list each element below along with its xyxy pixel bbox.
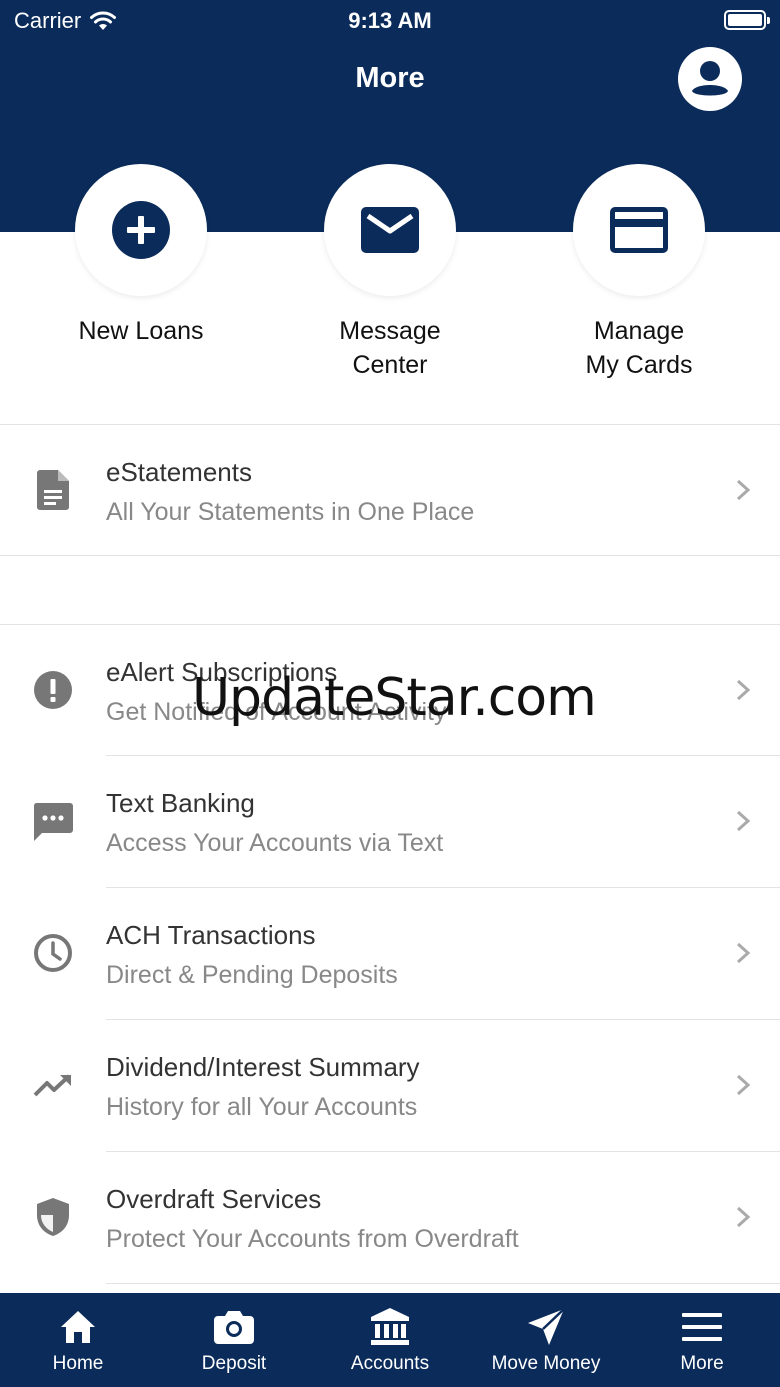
menu-item-subtitle: All Your Statements in One Place <box>106 498 475 526</box>
tab-icon-wrap <box>624 1307 780 1347</box>
quick-action-label: Message Center <box>339 317 441 379</box>
quick-action-manage-cards[interactable]: Manage My Cards <box>539 164 739 382</box>
menu-icon <box>682 1313 722 1341</box>
home-icon <box>61 1311 95 1343</box>
quick-action-circle <box>75 164 207 296</box>
quick-action-circle <box>324 164 456 296</box>
camera-icon <box>214 1311 254 1344</box>
tab-icon-wrap <box>0 1307 156 1347</box>
menu-item-overdraft-services[interactable]: Overdraft Services Protect Your Accounts… <box>0 1152 780 1284</box>
tab-deposit[interactable]: Deposit <box>156 1293 312 1387</box>
tab-icon-wrap <box>468 1307 624 1347</box>
tab-move-money[interactable]: Move Money <box>468 1293 624 1387</box>
mail-icon <box>361 207 419 253</box>
tab-label: Deposit <box>201 1353 267 1374</box>
tab-label: Move Money <box>491 1353 601 1374</box>
clock-icon <box>34 934 72 972</box>
menu-item-subtitle: Protect Your Accounts from Overdraft <box>106 1225 519 1253</box>
tab-label: Home <box>52 1353 104 1374</box>
alert-icon <box>34 671 72 709</box>
chevron-right-icon <box>736 942 751 964</box>
menu-item-subtitle: History for all Your Accounts <box>106 1093 418 1121</box>
menu-icon-wrap <box>33 1065 73 1105</box>
tab-accounts[interactable]: Accounts <box>312 1293 468 1387</box>
menu-icon-wrap <box>33 802 73 842</box>
quick-action-new-loans[interactable]: New Loans <box>41 164 241 348</box>
send-icon <box>528 1308 565 1345</box>
menu-item-text-banking[interactable]: Text Banking Access Your Accounts via Te… <box>0 756 780 888</box>
chevron-right-icon <box>736 1206 751 1228</box>
plus-circle-icon <box>112 201 170 259</box>
tab-more[interactable]: More <box>624 1293 780 1387</box>
tab-label: More <box>680 1353 724 1374</box>
profile-button[interactable] <box>678 47 742 111</box>
trending-up-icon <box>33 1074 71 1097</box>
menu-icon-wrap <box>33 470 73 510</box>
credit-card-icon <box>610 207 668 253</box>
bank-icon <box>371 1308 409 1345</box>
battery-icon <box>724 10 770 30</box>
document-icon <box>37 470 69 510</box>
tab-icon-wrap <box>156 1307 312 1347</box>
menu-icon-wrap <box>33 933 73 973</box>
chevron-right-icon <box>736 679 751 701</box>
menu-item-dividend-interest-summary[interactable]: Dividend/Interest Summary History for al… <box>0 1020 780 1152</box>
chevron-right-icon <box>736 479 751 501</box>
shield-icon <box>37 1198 69 1236</box>
tab-home[interactable]: Home <box>0 1293 156 1387</box>
quick-action-message-center[interactable]: Message Center <box>290 164 490 382</box>
section-divider <box>0 555 780 556</box>
row-divider <box>106 1283 780 1284</box>
quick-action-label: Manage My Cards <box>585 317 693 379</box>
tab-label: Accounts <box>350 1353 430 1374</box>
watermark: UpdateStar.com <box>192 668 597 728</box>
chevron-right-icon <box>736 1074 751 1096</box>
menu-item-title: ACH Transactions <box>106 920 316 950</box>
menu-icon-wrap <box>33 670 73 710</box>
menu-item-title: Dividend/Interest Summary <box>106 1052 420 1082</box>
page-title: More <box>355 62 425 94</box>
status-bar: Carrier 9:13 AM <box>0 0 780 40</box>
menu-item-estatements[interactable]: eStatements All Your Statements in One P… <box>0 425 780 555</box>
menu-item-title: eStatements <box>106 457 252 487</box>
menu-item-subtitle: Access Your Accounts via Text <box>106 829 444 857</box>
tab-icon-wrap <box>312 1307 468 1347</box>
tab-bar: Home Deposit Accounts Move Money More <box>0 1293 780 1387</box>
menu-item-subtitle: Direct & Pending Deposits <box>106 961 398 989</box>
menu-item-ach-transactions[interactable]: ACH Transactions Direct & Pending Deposi… <box>0 888 780 1020</box>
chevron-right-icon <box>736 810 751 832</box>
quick-action-label: New Loans <box>78 317 204 345</box>
chat-icon <box>33 803 73 841</box>
menu-item-title: Overdraft Services <box>106 1184 322 1214</box>
quick-action-circle <box>573 164 705 296</box>
menu-item-title: Text Banking <box>106 788 255 818</box>
status-time: 9:13 AM <box>348 8 432 33</box>
account-circle-icon <box>680 49 740 109</box>
menu-icon-wrap <box>33 1197 73 1237</box>
